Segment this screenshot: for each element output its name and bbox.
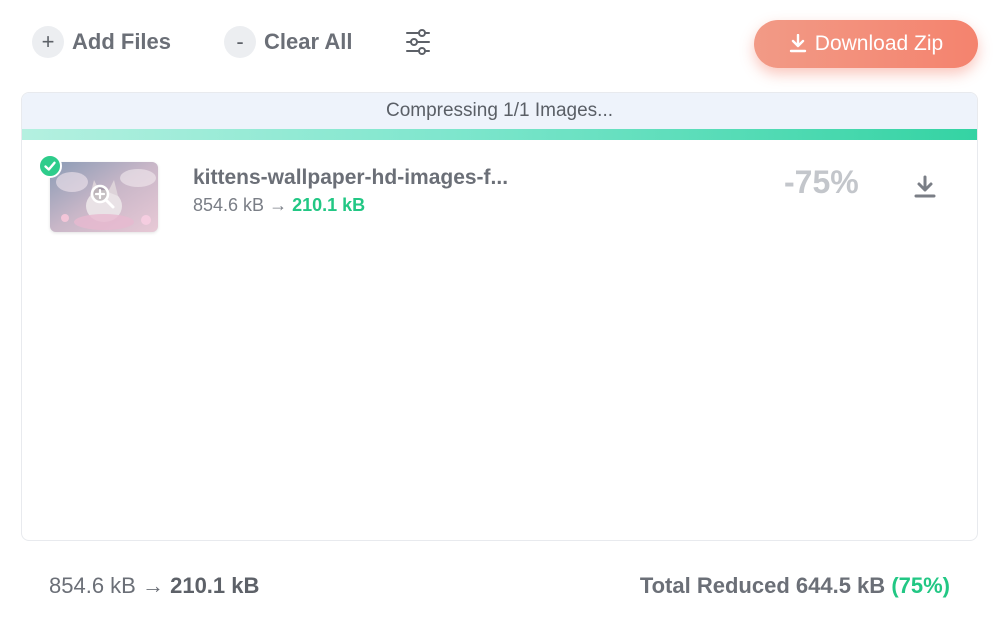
file-panel: Compressing 1/1 Images... kittens-wallpa… bbox=[21, 92, 978, 541]
add-files-label: Add Files bbox=[72, 29, 172, 54]
sliders-icon bbox=[406, 29, 430, 55]
size-arrow: → bbox=[269, 195, 288, 215]
summary-sizes: 854.6 kB → 210.1 kB bbox=[49, 573, 259, 599]
download-icon bbox=[789, 34, 806, 53]
toolbar: + Add Files - Clear All Download Zip bbox=[0, 0, 1008, 86]
clear-all-button[interactable]: - Clear All bbox=[224, 24, 352, 60]
progress-fill bbox=[22, 129, 977, 140]
file-name: kittens-wallpaper-hd-images-f... bbox=[193, 166, 509, 189]
clear-all-label: Clear All bbox=[264, 29, 353, 54]
total-reduced-value: 644.5 kB bbox=[795, 572, 886, 598]
summary-original-size: 854.6 kB bbox=[49, 572, 136, 598]
summary-compressed-size: 210.1 kB bbox=[170, 572, 260, 598]
total-reduced-label: Total Reduced bbox=[639, 572, 790, 598]
download-zip-button[interactable]: Download Zip bbox=[754, 20, 978, 68]
reduction-percent: -75% bbox=[784, 164, 859, 200]
file-row: kittens-wallpaper-hd-images-f... 854.6 k… bbox=[22, 140, 977, 250]
status-text: Compressing 1/1 Images... bbox=[385, 100, 614, 121]
file-size: 854.6 kB → 210.1 kB bbox=[193, 195, 365, 216]
check-icon bbox=[38, 154, 62, 178]
download-icon bbox=[914, 175, 936, 198]
total-reduced: Total Reduced 644.5 kB (75%) bbox=[640, 573, 950, 599]
compressed-size: 210.1 kB bbox=[292, 195, 366, 215]
summary-footer: 854.6 kB → 210.1 kB Total Reduced 644.5 … bbox=[21, 541, 978, 630]
download-zip-label: Download Zip bbox=[814, 32, 944, 55]
settings-button[interactable] bbox=[402, 27, 434, 57]
minus-icon: - bbox=[224, 26, 256, 58]
summary-arrow: → bbox=[141, 572, 164, 598]
status-bar: Compressing 1/1 Images... bbox=[22, 93, 977, 129]
original-size: 854.6 kB bbox=[193, 195, 265, 215]
plus-icon: + bbox=[32, 26, 64, 58]
total-reduced-percent: (75%) bbox=[891, 572, 950, 598]
zoom-icon[interactable] bbox=[88, 182, 116, 210]
progress-bar bbox=[22, 129, 977, 140]
add-files-button[interactable]: + Add Files bbox=[32, 24, 171, 60]
file-thumbnail[interactable] bbox=[50, 162, 158, 232]
file-download-button[interactable] bbox=[912, 174, 938, 200]
